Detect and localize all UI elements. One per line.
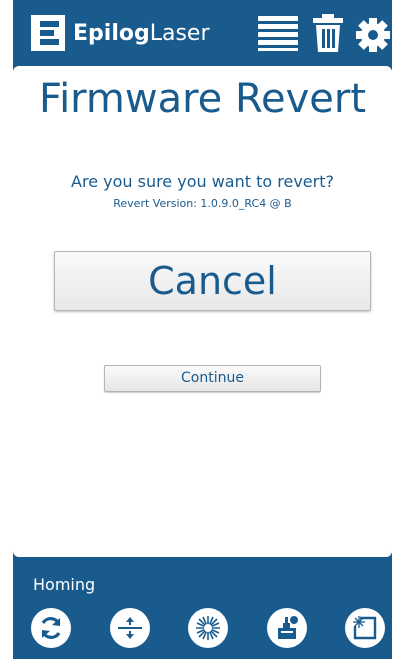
- bottom-toolbar: [13, 608, 392, 652]
- jog-icon[interactable]: [110, 608, 150, 648]
- focus-icon[interactable]: [267, 608, 307, 648]
- app-frame: EpilogLaser Firmware Revert Are you sure…: [13, 0, 392, 659]
- logo-text-light: Laser: [149, 20, 210, 46]
- job-origin-icon[interactable]: [345, 608, 385, 648]
- trash-icon[interactable]: [312, 14, 344, 52]
- header-bar: EpilogLaser: [13, 0, 392, 66]
- revert-version: Revert Version: 1.0.9.0_RC4 @ B: [113, 197, 292, 210]
- laser-pointer-icon[interactable]: [188, 608, 228, 648]
- epilog-logo-mark-icon: [31, 15, 65, 51]
- page-title: Firmware Revert: [38, 76, 367, 122]
- status-text: Homing: [33, 575, 96, 594]
- cancel-button[interactable]: Cancel: [54, 251, 371, 311]
- list-icon[interactable]: [256, 14, 300, 52]
- refresh-icon[interactable]: [31, 608, 71, 648]
- revert-question: Are you sure you want to revert?: [71, 172, 334, 191]
- logo-text-bold: Epilog: [73, 20, 150, 46]
- content-panel: Firmware Revert Are you sure you want to…: [13, 66, 392, 557]
- logo-text: EpilogLaser: [73, 21, 210, 46]
- epilog-logo: EpilogLaser: [31, 14, 210, 52]
- gear-icon[interactable]: [356, 14, 390, 54]
- continue-button[interactable]: Continue: [104, 365, 321, 392]
